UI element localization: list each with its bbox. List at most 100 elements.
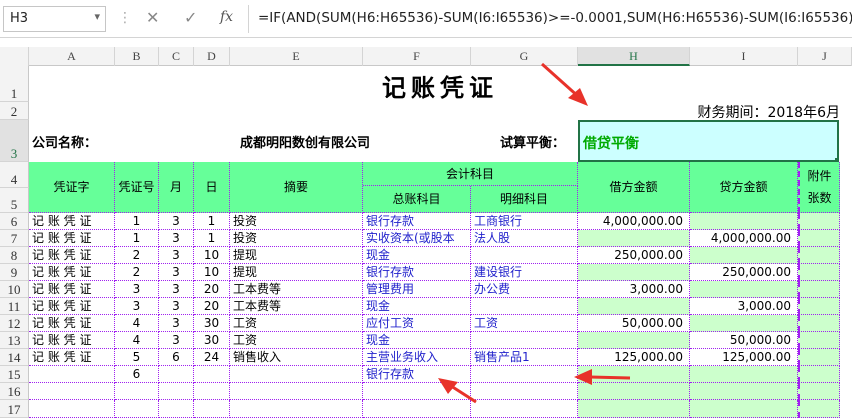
cell-no[interactable]: 6 [115, 366, 159, 383]
cell-day[interactable] [194, 366, 230, 383]
cell-month[interactable]: 3 [159, 298, 194, 315]
cell-general[interactable]: 现金 [363, 332, 471, 349]
cell-debit[interactable]: 3,000.00 [578, 281, 690, 298]
cell-general[interactable]: 实收资本(或股本 [363, 230, 471, 247]
column-header-b[interactable]: B [115, 47, 159, 66]
row-header-16[interactable]: 16 [0, 383, 29, 400]
cell-debit[interactable] [578, 230, 690, 247]
cell-month[interactable]: 3 [159, 332, 194, 349]
row-header-14[interactable]: 14 [0, 349, 29, 366]
cell-day[interactable]: 20 [194, 281, 230, 298]
cell-general[interactable]: 管理费用 [363, 281, 471, 298]
cell-no[interactable]: 4 [115, 315, 159, 332]
cell-day[interactable]: 20 [194, 298, 230, 315]
cell-credit[interactable] [690, 247, 798, 264]
cell-credit[interactable]: 50,000.00 [690, 332, 798, 349]
cell-summary[interactable] [230, 400, 363, 418]
cell-month[interactable]: 3 [159, 264, 194, 281]
cell-detail[interactable] [471, 332, 578, 349]
cell-credit[interactable] [690, 383, 798, 400]
cell-type[interactable]: 记 账 凭 证 [29, 315, 115, 332]
cell-summary[interactable]: 提现 [230, 247, 363, 264]
cell-summary[interactable] [230, 383, 363, 400]
cell-month[interactable] [159, 366, 194, 383]
cell-att[interactable] [798, 366, 840, 383]
row-header-7[interactable]: 7 [0, 230, 29, 247]
cell-detail[interactable] [471, 400, 578, 418]
cell-att[interactable] [798, 230, 840, 247]
cell-credit[interactable]: 3,000.00 [690, 298, 798, 315]
formula-input[interactable]: =IF(AND(SUM(H6:H65536)-SUM(I6:I65536)>=-… [258, 10, 852, 26]
cell-debit[interactable]: 50,000.00 [578, 315, 690, 332]
cell-type[interactable]: 记 账 凭 证 [29, 349, 115, 366]
cell-day[interactable]: 10 [194, 264, 230, 281]
row-header-11[interactable]: 11 [0, 298, 29, 315]
cell-debit[interactable]: 250,000.00 [578, 247, 690, 264]
cell-debit[interactable] [578, 332, 690, 349]
cell-att[interactable] [798, 247, 840, 264]
close-icon[interactable]: ✕ [146, 8, 159, 27]
cell-day[interactable] [194, 383, 230, 400]
fx-icon[interactable]: fx [220, 9, 233, 25]
cell-day[interactable]: 10 [194, 247, 230, 264]
cell-detail[interactable] [471, 366, 578, 383]
cell-day[interactable]: 1 [194, 213, 230, 230]
cell-debit[interactable]: 4,000,000.00 [578, 213, 690, 230]
cell-type[interactable]: 记 账 凭 证 [29, 230, 115, 247]
cell-type[interactable]: 记 账 凭 证 [29, 281, 115, 298]
cell-month[interactable]: 3 [159, 230, 194, 247]
cell-summary[interactable] [230, 366, 363, 383]
cell-no[interactable]: 4 [115, 332, 159, 349]
cell-detail[interactable]: 建设银行 [471, 264, 578, 281]
cell-att[interactable] [798, 264, 840, 281]
cell-summary[interactable]: 投资 [230, 213, 363, 230]
cell-no[interactable]: 2 [115, 247, 159, 264]
column-header-e[interactable]: E [230, 47, 363, 66]
cell-debit[interactable] [578, 264, 690, 281]
column-header-f[interactable]: F [363, 47, 471, 66]
select-all-corner[interactable] [0, 47, 29, 66]
cell-month[interactable] [159, 383, 194, 400]
cell-att[interactable] [798, 298, 840, 315]
cell-type[interactable]: 记 账 凭 证 [29, 247, 115, 264]
cell-summary[interactable]: 销售收入 [230, 349, 363, 366]
column-header-j[interactable]: J [798, 47, 852, 66]
column-header-c[interactable]: C [159, 47, 194, 66]
cell-type[interactable] [29, 400, 115, 418]
cell-no[interactable] [115, 400, 159, 418]
cell-detail[interactable]: 办公费 [471, 281, 578, 298]
row-header-8[interactable]: 8 [0, 247, 29, 264]
cell-day[interactable] [194, 400, 230, 418]
cell-credit[interactable] [690, 400, 798, 418]
cell-month[interactable]: 3 [159, 213, 194, 230]
cell-type[interactable]: 记 账 凭 证 [29, 298, 115, 315]
cell-att[interactable] [798, 213, 840, 230]
cell-no[interactable]: 3 [115, 281, 159, 298]
row-header-5[interactable]: 5 [0, 188, 29, 213]
cell-detail[interactable]: 工资 [471, 315, 578, 332]
balance-cell-selected[interactable]: 借贷平衡 [578, 120, 839, 162]
cell-credit[interactable] [690, 213, 798, 230]
cell-detail[interactable] [471, 383, 578, 400]
cell-type[interactable]: 记 账 凭 证 [29, 213, 115, 230]
cell-credit[interactable]: 125,000.00 [690, 349, 798, 366]
cell-summary[interactable]: 工资 [230, 332, 363, 349]
cell-credit[interactable]: 4,000,000.00 [690, 230, 798, 247]
cell-day[interactable]: 24 [194, 349, 230, 366]
row-header-12[interactable]: 12 [0, 315, 29, 332]
cell-detail[interactable]: 工商银行 [471, 213, 578, 230]
cell-general[interactable]: 应付工资 [363, 315, 471, 332]
column-header-a[interactable]: A [29, 47, 115, 66]
cell-att[interactable] [798, 332, 840, 349]
chevron-down-icon[interactable]: ▾ [94, 10, 100, 23]
cell-debit[interactable]: 125,000.00 [578, 349, 690, 366]
cell-summary[interactable]: 提现 [230, 264, 363, 281]
cell-month[interactable]: 6 [159, 349, 194, 366]
cell-general[interactable]: 现金 [363, 298, 471, 315]
cell-detail[interactable]: 销售产品1 [471, 349, 578, 366]
cell-credit[interactable] [690, 366, 798, 383]
cell-att[interactable] [798, 281, 840, 298]
check-icon[interactable]: ✓ [184, 8, 197, 27]
cell-credit[interactable] [690, 281, 798, 298]
cell-month[interactable]: 3 [159, 281, 194, 298]
